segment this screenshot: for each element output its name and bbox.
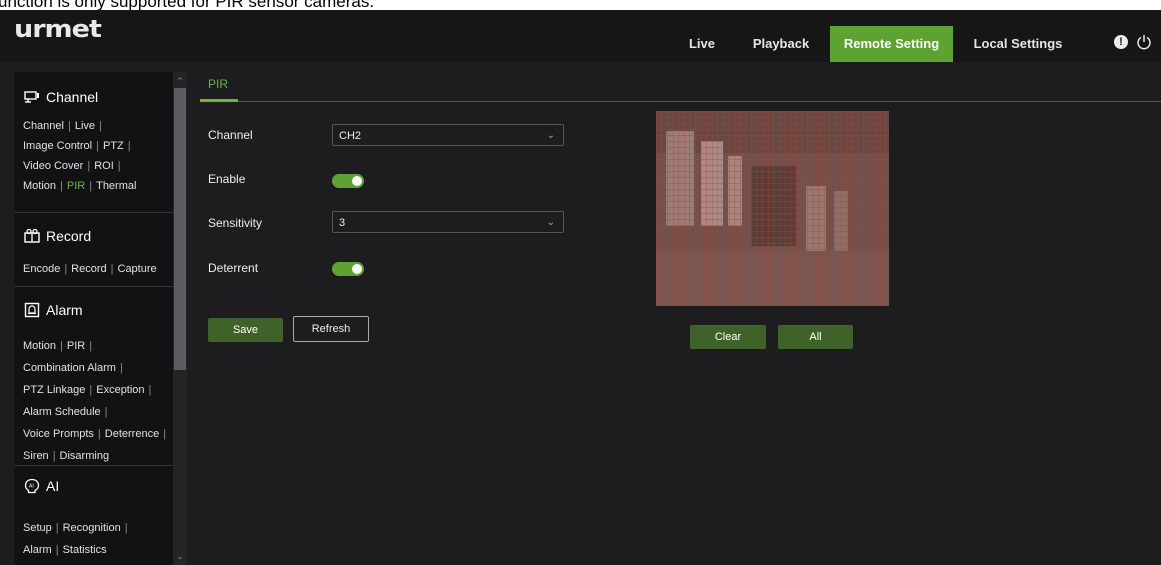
alert-icon[interactable]: !: [1114, 35, 1128, 49]
link-record[interactable]: Record: [71, 263, 106, 275]
tab-active-indicator: [200, 99, 238, 102]
link-image-control[interactable]: Image Control: [23, 140, 92, 152]
sidebar-divider: [14, 212, 173, 213]
section-title-channel: Channel: [46, 89, 99, 105]
record-links: Encode | Record | Capture: [23, 263, 157, 275]
sidebar-section-alarm[interactable]: Alarm: [24, 302, 83, 318]
link-alarm-pir[interactable]: PIR: [67, 340, 85, 352]
link-motion[interactable]: Motion: [23, 180, 56, 192]
nav-remote-setting[interactable]: Remote Setting: [830, 26, 953, 62]
deterrent-toggle[interactable]: [332, 262, 364, 276]
scroll-thumb[interactable]: [174, 88, 186, 370]
enable-toggle[interactable]: [332, 174, 364, 188]
channel-links: Channel | Live | Image Control | PTZ | Video C…: [23, 120, 137, 192]
link-alarm-motion[interactable]: Motion: [23, 340, 56, 352]
urmet-logo: urmet: [14, 15, 102, 44]
toggle-knob: [352, 176, 362, 186]
sensitivity-select-value: 3: [339, 217, 346, 229]
link-siren[interactable]: Siren: [23, 450, 49, 462]
chevron-down-icon: ⌄: [546, 130, 555, 141]
link-alarm-schedule[interactable]: Alarm Schedule: [23, 406, 101, 418]
link-ptz-linkage[interactable]: PTZ Linkage: [23, 384, 85, 396]
sensitivity-label: Sensitivity: [208, 216, 263, 230]
deterrent-label: Deterrent: [208, 261, 259, 275]
sidebar-divider: [14, 465, 173, 466]
chevron-down-icon: ⌄: [546, 217, 555, 228]
sidebar-scrollbar[interactable]: ⌃ ⌄: [173, 72, 187, 565]
toggle-knob: [352, 264, 362, 274]
sensitivity-select[interactable]: 3 ⌄: [332, 211, 564, 233]
link-combination-alarm[interactable]: Combination Alarm: [23, 362, 116, 374]
svg-text:AI: AI: [29, 484, 34, 490]
record-icon: [24, 228, 40, 243]
alarm-links: Motion | PIR | Combination Alarm | PTZ Linka…: [23, 340, 167, 462]
link-live[interactable]: Live: [75, 120, 95, 132]
tab-pir[interactable]: PIR: [208, 77, 228, 91]
sidebar-section-channel[interactable]: Channel: [24, 89, 98, 105]
clear-button[interactable]: Clear: [690, 325, 766, 349]
link-encode[interactable]: Encode: [23, 263, 60, 275]
app-window: urmet Live Playback Remote Setting Local…: [0, 10, 1161, 565]
save-button[interactable]: Save: [208, 318, 283, 342]
main-content: PIR Channel CH2 ⌄ Enable Sensitivity 3 ⌄…: [188, 72, 1161, 565]
channel-label: Channel: [208, 128, 253, 142]
camera-icon: [24, 91, 39, 103]
top-bar: urmet Live Playback Remote Setting Local…: [0, 10, 1161, 62]
link-roi[interactable]: ROI: [94, 160, 114, 172]
sidebar-divider: [14, 286, 173, 287]
link-ai-alarm[interactable]: Alarm: [23, 544, 52, 556]
link-thermal[interactable]: Thermal: [96, 180, 136, 192]
sidebar-section-ai[interactable]: AI AI: [24, 478, 59, 494]
link-recognition[interactable]: Recognition: [63, 522, 121, 534]
scroll-down-icon[interactable]: ⌄: [175, 551, 185, 561]
alarm-icon: [24, 302, 40, 318]
channel-select-value: CH2: [339, 130, 362, 142]
link-disarming[interactable]: Disarming: [60, 450, 110, 462]
tab-divider: [200, 101, 1161, 102]
select-all-button[interactable]: All: [778, 325, 853, 349]
section-title-alarm: Alarm: [46, 302, 83, 318]
enable-label: Enable: [208, 172, 246, 186]
ai-links: Setup | Recognition | Alarm | Statistics: [23, 522, 128, 556]
sidebar: Channel Channel | Live | Image Control | PTZ |…: [14, 72, 173, 565]
link-pir-active[interactable]: PIR: [67, 180, 85, 192]
sidebar-section-record[interactable]: Record: [24, 228, 91, 244]
pir-area-preview[interactable]: [656, 111, 889, 306]
channel-select[interactable]: CH2 ⌄: [332, 124, 564, 146]
link-voice-prompts[interactable]: Voice Prompts: [23, 428, 94, 440]
link-ptz[interactable]: PTZ: [103, 140, 124, 152]
link-deterrence[interactable]: Deterrence: [105, 428, 159, 440]
link-capture[interactable]: Capture: [118, 263, 157, 275]
link-statistics[interactable]: Statistics: [63, 544, 107, 556]
link-video-cover[interactable]: Video Cover: [23, 160, 83, 172]
section-title-ai: AI: [46, 478, 60, 494]
refresh-button[interactable]: Refresh: [293, 316, 369, 342]
nav-playback[interactable]: Playback: [742, 26, 820, 62]
link-channel[interactable]: Channel: [23, 120, 64, 132]
power-icon[interactable]: [1136, 34, 1152, 50]
nav-local-settings[interactable]: Local Settings: [962, 26, 1074, 62]
ai-icon: AI: [24, 478, 40, 494]
section-title-record: Record: [46, 228, 92, 244]
link-ai-setup[interactable]: Setup: [23, 522, 52, 534]
nav-live[interactable]: Live: [676, 26, 728, 62]
link-exception[interactable]: Exception: [96, 384, 144, 396]
scroll-up-icon[interactable]: ⌃: [175, 76, 185, 86]
